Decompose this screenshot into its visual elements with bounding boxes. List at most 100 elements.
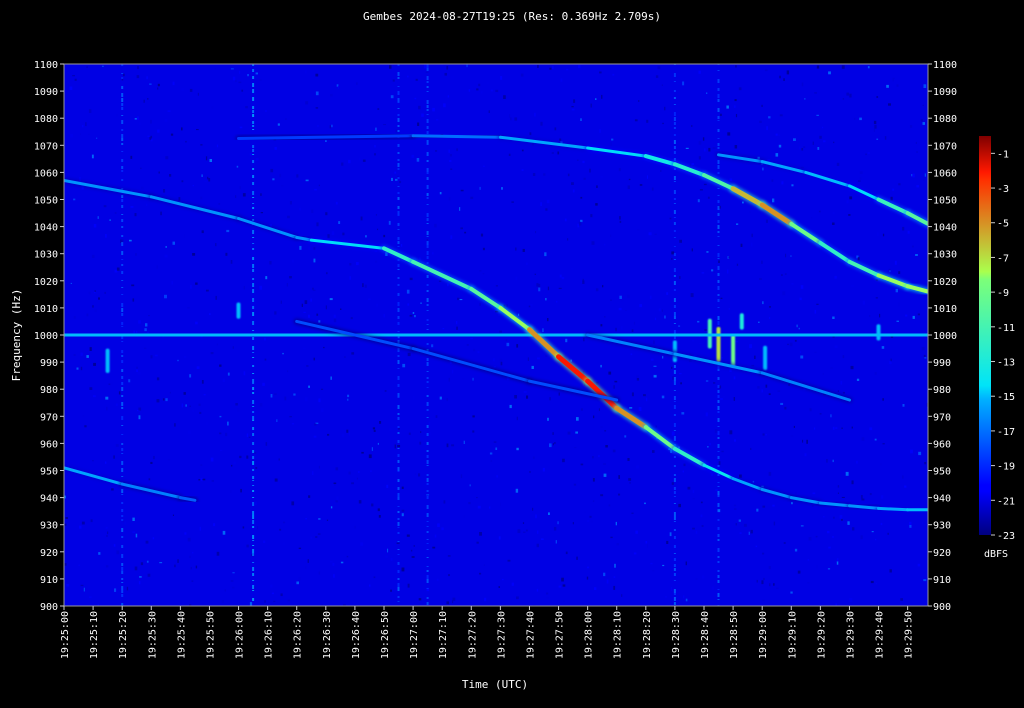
noise-speck <box>157 87 159 90</box>
streak-segment <box>121 214 124 215</box>
streak-segment <box>252 257 255 260</box>
y-tick-label: 960 <box>933 439 951 450</box>
noise-speck <box>522 248 525 252</box>
noise-speck <box>134 566 138 571</box>
noise-speck <box>188 555 191 559</box>
x-axis: 19:25:00 19:25:10 19:25:20 19:25:30 19:25:40… <box>60 606 915 659</box>
streak-segment <box>717 431 720 435</box>
noise-speck <box>547 286 550 291</box>
noise-speck <box>488 110 490 113</box>
noise-speck <box>82 125 84 128</box>
streak-segment <box>397 331 400 332</box>
noise-speck <box>429 431 431 435</box>
noise-speck <box>335 467 339 471</box>
noise-speck <box>189 405 191 407</box>
noise-speck <box>698 140 702 145</box>
noise-speck <box>406 289 410 294</box>
noise-speck <box>167 110 171 112</box>
noise-speck <box>794 339 797 342</box>
noise-speck <box>399 180 402 184</box>
noise-speck <box>515 247 517 251</box>
noise-speck <box>375 127 377 131</box>
streak-segment <box>252 357 255 358</box>
streak-segment <box>121 242 124 246</box>
noise-speck <box>106 535 108 537</box>
noise-speck <box>259 403 263 407</box>
noise-speck <box>136 75 140 79</box>
noise-speck <box>860 495 863 499</box>
streak-segment <box>717 599 720 600</box>
noise-speck <box>231 464 233 467</box>
noise-speck <box>279 173 282 178</box>
streak-segment <box>426 290 429 292</box>
streak-segment <box>252 515 255 519</box>
y-tick-label: 1030 <box>34 250 58 261</box>
noise-speck <box>72 75 75 77</box>
streak-segment <box>252 121 255 124</box>
noise-speck <box>289 276 292 279</box>
streak-segment <box>397 368 400 369</box>
noise-speck <box>318 571 321 575</box>
noise-speck <box>562 600 565 603</box>
noise-speck <box>827 78 830 80</box>
noise-speck <box>419 441 422 445</box>
noise-speck <box>849 93 852 98</box>
streak-segment <box>397 322 400 325</box>
streak-segment <box>121 179 124 181</box>
y-tick-label: 1050 <box>933 196 957 207</box>
streak-segment <box>426 105 429 108</box>
noise-speck <box>88 133 90 136</box>
noise-speck <box>246 544 249 548</box>
noise-speck <box>726 105 729 109</box>
noise-speck <box>216 551 220 556</box>
noise-speck <box>842 355 845 359</box>
noise-speck <box>834 345 838 349</box>
noise-speck <box>612 449 616 453</box>
streak-segment <box>717 395 720 398</box>
noise-speck <box>750 529 753 534</box>
noise-speck <box>608 504 611 507</box>
noise-speck <box>590 214 593 218</box>
noise-speck <box>446 443 449 448</box>
streak-segment <box>121 382 124 385</box>
noise-speck <box>621 594 623 597</box>
noise-speck <box>189 88 193 92</box>
noise-speck <box>823 516 825 518</box>
noise-speck <box>861 498 865 501</box>
noise-speck <box>826 459 828 463</box>
noise-burst <box>105 348 110 373</box>
noise-speck <box>377 228 379 231</box>
noise-speck <box>472 415 475 418</box>
noise-speck <box>580 463 584 466</box>
streak-segment <box>673 516 676 520</box>
noise-speck <box>64 523 67 526</box>
noise-speck <box>89 596 92 598</box>
noise-speck <box>735 523 737 526</box>
noise-speck <box>556 300 558 303</box>
noise-speck <box>721 450 724 453</box>
streak-segment <box>426 91 429 92</box>
noise-speck <box>308 314 310 318</box>
noise-speck <box>386 484 389 488</box>
streak-segment <box>426 197 429 199</box>
noise-speck <box>587 520 589 522</box>
streak-segment <box>426 474 429 476</box>
streak-segment <box>252 502 255 506</box>
streak-segment <box>673 474 676 476</box>
noise-speck <box>780 402 784 405</box>
noise-speck <box>517 529 521 534</box>
colorbar-tick-label: -21 <box>997 496 1015 507</box>
noise-speck <box>235 195 237 198</box>
noise-speck <box>308 246 311 250</box>
noise-speck <box>379 421 382 424</box>
noise-speck <box>150 355 153 359</box>
noise-speck <box>483 564 485 566</box>
noise-speck <box>561 577 564 582</box>
noise-speck <box>318 184 320 187</box>
y-tick-label: 930 <box>933 521 951 532</box>
noise-speck <box>589 168 591 173</box>
noise-speck <box>65 517 68 519</box>
streak-segment <box>717 580 720 583</box>
noise-speck <box>472 430 475 433</box>
noise-speck <box>631 512 634 514</box>
